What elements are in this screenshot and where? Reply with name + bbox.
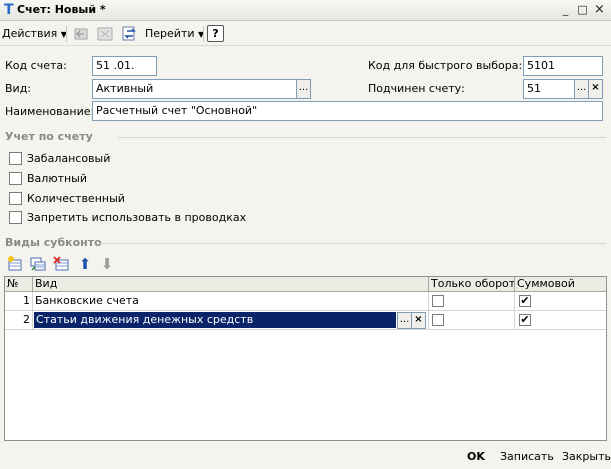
move-up-icon[interactable]: ⬆ xyxy=(76,255,94,273)
account-name-input[interactable]: Расчетный счет "Основной" xyxy=(92,101,603,121)
column-header-kind[interactable]: Вид xyxy=(33,277,429,292)
footer-bar: OK Записать Закрыть xyxy=(0,444,611,469)
help-button[interactable]: ? xyxy=(207,25,224,42)
kind-label: Вид: xyxy=(5,82,32,95)
title-bar: T Счет: Новый * _ □ × xyxy=(0,0,611,21)
currency-label: Валютный xyxy=(27,172,88,185)
parent-account-label: Подчинен счету: xyxy=(368,82,465,95)
move-down-icon[interactable]: ⬇ xyxy=(98,255,116,273)
kind-select[interactable]: Активный xyxy=(92,79,297,99)
row-number: 1 xyxy=(5,292,33,311)
delete-row-icon[interactable] xyxy=(52,255,70,273)
parent-account-input[interactable]: 51 xyxy=(523,79,575,99)
refresh-icon[interactable] xyxy=(121,25,139,43)
column-header-turnover[interactable]: Только обороты xyxy=(429,277,515,292)
sum-checkbox[interactable]: ✔ xyxy=(519,295,531,307)
structure-icon[interactable] xyxy=(96,25,114,43)
copy-row-icon[interactable] xyxy=(29,255,47,273)
account-code-label: Код счета: xyxy=(5,59,67,72)
column-header-number[interactable]: № xyxy=(5,277,33,292)
previous-icon[interactable] xyxy=(72,25,90,43)
kind-select-button[interactable]: ... xyxy=(296,79,311,99)
actions-menu-label: Действия xyxy=(2,27,58,40)
row-sum-cell: ✔ xyxy=(515,292,606,311)
toolbar: Действия ▼ Перейти ▼ ? xyxy=(0,22,611,46)
turnover-only-checkbox[interactable] xyxy=(432,295,444,307)
row-kind-cell[interactable]: Банковские счета xyxy=(33,292,429,311)
row-number: 2 xyxy=(5,311,33,330)
row-turnover-cell xyxy=(429,292,515,311)
close-button[interactable]: Закрыть xyxy=(562,450,611,464)
table-row[interactable]: 2 Статьи движения денежных средств ... ×… xyxy=(5,311,606,330)
maximize-button[interactable]: □ xyxy=(576,4,589,17)
subconto-section-title: Виды субконто xyxy=(5,236,102,249)
off-balance-checkbox[interactable] xyxy=(9,152,22,165)
accounting-section-title: Учет по счету xyxy=(5,130,93,143)
window-title: Счет: Новый * xyxy=(17,3,106,16)
sum-checkbox[interactable]: ✔ xyxy=(519,314,531,326)
goto-menu-label: Перейти xyxy=(145,27,195,40)
close-window-button[interactable]: × xyxy=(593,3,606,17)
row-kind-editor[interactable]: Статьи движения денежных средств xyxy=(34,312,396,328)
forbid-postings-label: Запретить использовать в проводках xyxy=(27,211,247,224)
row-turnover-cell xyxy=(429,311,515,330)
table-header: № Вид Только обороты Суммовой xyxy=(5,277,606,292)
off-balance-label: Забалансовый xyxy=(27,152,111,165)
currency-checkbox[interactable] xyxy=(9,172,22,185)
quantity-checkbox[interactable] xyxy=(9,192,22,205)
subconto-table: № Вид Только обороты Суммовой 1 Банковск… xyxy=(4,276,607,441)
quick-code-label: Код для быстрого выбора: xyxy=(368,59,523,72)
toolbar-separator xyxy=(203,26,204,42)
add-row-icon[interactable] xyxy=(6,255,24,273)
forbid-postings-checkbox[interactable] xyxy=(9,211,22,224)
column-header-sum[interactable]: Суммовой xyxy=(515,277,606,292)
row-kind-clear-button[interactable]: × xyxy=(411,312,426,329)
parent-account-clear-button[interactable]: × xyxy=(588,79,603,99)
section-divider xyxy=(98,243,606,244)
turnover-only-checkbox[interactable] xyxy=(432,314,444,326)
parent-account-select-button[interactable]: ... xyxy=(574,79,589,99)
app-icon: T xyxy=(4,2,14,18)
section-divider xyxy=(118,137,606,138)
ok-button[interactable]: OK xyxy=(467,450,485,464)
account-code-input[interactable]: 51 .01. xyxy=(92,56,157,76)
row-sum-cell: ✔ xyxy=(515,311,606,330)
goto-menu-button[interactable]: Перейти ▼ xyxy=(145,27,204,42)
quantity-label: Количественный xyxy=(27,192,125,205)
actions-menu-button[interactable]: Действия ▼ xyxy=(2,27,67,42)
minimize-button[interactable]: _ xyxy=(559,4,572,17)
save-button[interactable]: Записать xyxy=(500,450,554,464)
toolbar-separator xyxy=(66,26,67,42)
table-row[interactable]: 1 Банковские счета ✔ xyxy=(5,292,606,311)
row-kind-cell[interactable]: Статьи движения денежных средств ... × xyxy=(33,311,429,330)
row-kind-select-button[interactable]: ... xyxy=(397,312,412,329)
account-name-label: Наименование: xyxy=(5,105,95,118)
quick-code-input[interactable]: 5101 xyxy=(523,56,603,76)
